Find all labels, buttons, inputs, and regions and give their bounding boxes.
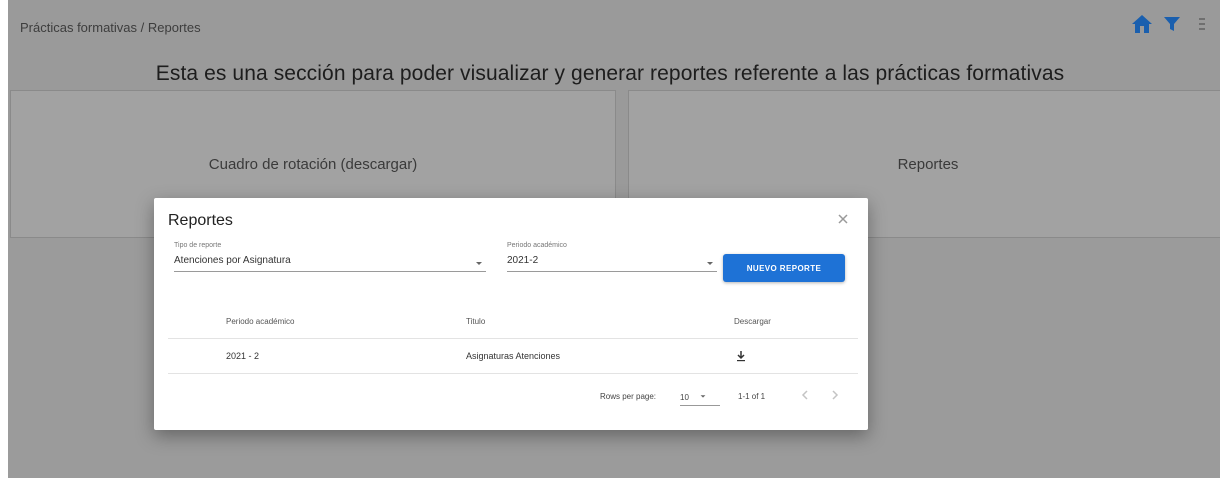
filter-icon[interactable] bbox=[1160, 12, 1184, 36]
report-type-value: Atenciones por Asignatura bbox=[174, 255, 291, 266]
table-header: Periodo académico Titulo Descargar bbox=[168, 306, 858, 339]
dialog-title: Reportes bbox=[168, 212, 233, 229]
period-label: Periodo académico bbox=[507, 242, 567, 249]
page-heading: Esta es una sección para poder visualiza… bbox=[155, 62, 1065, 85]
period-underline bbox=[507, 271, 717, 272]
cell-title: Asignaturas Atenciones bbox=[466, 351, 561, 361]
rotation-card-label: Cuadro de rotación (descargar) bbox=[208, 155, 418, 173]
header-period[interactable]: Periodo académico bbox=[226, 306, 294, 338]
chevron-left-icon[interactable] bbox=[798, 388, 814, 404]
table-row: 2021 - 2 Asignaturas Atenciones bbox=[168, 339, 858, 374]
chevron-down-icon bbox=[476, 262, 482, 265]
page-range: 1-1 of 1 bbox=[738, 392, 766, 401]
chevron-down-icon bbox=[707, 262, 713, 265]
download-icon[interactable] bbox=[734, 349, 748, 363]
table-pagination: Rows per page: 10 1-1 of 1 bbox=[168, 384, 858, 412]
reports-card-label: Reportes bbox=[897, 155, 959, 173]
chevron-right-icon[interactable] bbox=[828, 388, 844, 404]
bottom-edge bbox=[0, 478, 1220, 486]
new-report-button[interactable]: NUEVO REPORTE bbox=[723, 254, 845, 282]
page: Prácticas formativas / Reportes Esta es … bbox=[0, 0, 1220, 486]
report-type-select[interactable]: Tipo de reporte Atenciones por Asignatur… bbox=[174, 242, 486, 272]
report-type-underline bbox=[174, 271, 486, 272]
reports-dialog: Reportes Tipo de reporte Atenciones por … bbox=[154, 198, 868, 430]
header-download: Descargar bbox=[734, 317, 771, 326]
reports-table: Periodo académico Titulo Descargar 2021 … bbox=[168, 306, 858, 374]
close-icon[interactable] bbox=[836, 212, 852, 228]
menu-icon[interactable] bbox=[1190, 12, 1214, 36]
period-value: 2021-2 bbox=[507, 255, 539, 266]
header-title[interactable]: Titulo bbox=[466, 306, 485, 338]
rows-per-page-select[interactable]: 10 bbox=[680, 392, 720, 406]
top-icons bbox=[1130, 12, 1214, 36]
rows-per-page-value: 10 bbox=[680, 393, 689, 402]
rows-per-page-label: Rows per page: bbox=[600, 392, 657, 401]
home-icon[interactable] bbox=[1130, 12, 1154, 36]
chevron-down-icon bbox=[700, 395, 706, 398]
top-bar: Prácticas formativas / Reportes bbox=[8, 0, 1220, 52]
cell-period: 2021 - 2 bbox=[226, 351, 260, 361]
breadcrumb: Prácticas formativas / Reportes bbox=[20, 20, 201, 35]
period-select[interactable]: Periodo académico 2021-2 bbox=[507, 242, 717, 272]
report-type-label: Tipo de reporte bbox=[174, 242, 222, 249]
